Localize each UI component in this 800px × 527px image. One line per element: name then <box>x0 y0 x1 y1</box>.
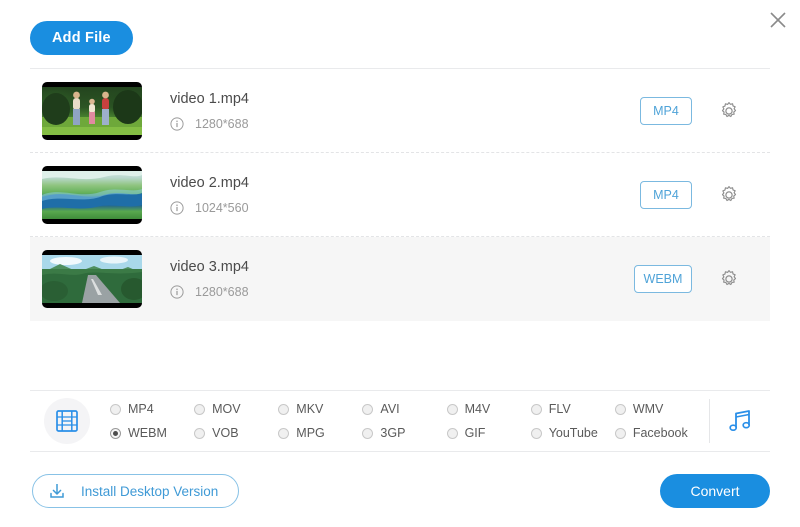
format-panel: MP4 MOV MKV AVI M4V FLV WMV WEBM VOB MPG… <box>30 390 770 452</box>
format-label: VOB <box>212 426 239 440</box>
format-label: AVI <box>380 402 400 416</box>
format-label: MP4 <box>128 402 154 416</box>
output-format-badge[interactable]: MP4 <box>640 180 692 209</box>
file-name: video 2.mp4 <box>170 174 249 191</box>
gear-icon[interactable] <box>718 184 740 206</box>
file-name: video 1.mp4 <box>170 90 249 107</box>
format-label: 3GP <box>380 426 406 440</box>
format-option-mkv[interactable]: MKV <box>278 397 362 421</box>
gear-icon[interactable] <box>718 268 740 290</box>
table-row[interactable]: video 3.mp4 1280*688 WEBM <box>30 237 770 321</box>
video-thumbnail <box>42 81 142 140</box>
film-strip-icon <box>56 410 78 432</box>
thumbnail-art <box>42 170 142 209</box>
add-file-button[interactable]: Add File <box>30 21 133 55</box>
format-option-gif[interactable]: GIF <box>446 421 531 445</box>
radio-icon <box>362 403 374 415</box>
format-label: YouTube <box>548 426 598 440</box>
file-meta: video 3.mp4 1280*688 <box>170 259 634 299</box>
format-option-flv[interactable]: FLV <box>530 397 615 421</box>
radio-icon <box>446 403 458 415</box>
radio-icon <box>530 403 542 415</box>
output-format-badge[interactable]: WEBM <box>634 265 692 293</box>
file-resolution: 1280*688 <box>195 285 249 299</box>
install-label: Install Desktop Version <box>81 483 219 499</box>
file-resolution: 1024*560 <box>195 200 249 215</box>
info-icon <box>170 200 184 215</box>
file-resolution-row: 1280*688 <box>170 285 634 299</box>
radio-icon <box>530 427 542 439</box>
install-desktop-version-button[interactable]: Install Desktop Version <box>32 474 240 508</box>
convert-button[interactable]: Convert <box>660 474 770 508</box>
radio-icon <box>614 403 626 415</box>
format-label: MOV <box>212 402 241 416</box>
format-label: WMV <box>632 402 664 416</box>
format-option-mov[interactable]: MOV <box>194 397 278 421</box>
file-meta: video 2.mp4 1024*560 <box>170 175 640 215</box>
info-icon <box>170 116 184 131</box>
audio-category-button[interactable] <box>710 406 770 436</box>
video-thumbnail <box>42 165 142 224</box>
format-options: MP4 MOV MKV AVI M4V FLV WMV WEBM VOB MPG… <box>110 397 709 445</box>
format-label: WEBM <box>128 426 167 440</box>
format-label: Facebook <box>632 426 688 440</box>
radio-icon <box>614 427 626 439</box>
table-row[interactable]: video 1.mp4 1280*688 MP4 <box>30 69 770 153</box>
format-label: MKV <box>296 402 324 416</box>
radio-icon <box>278 427 290 439</box>
format-option-avi[interactable]: AVI <box>362 397 446 421</box>
toolbar: Add File <box>30 21 133 55</box>
format-label: GIF <box>464 426 486 440</box>
file-list: video 1.mp4 1280*688 MP4 video 2.mp4 102… <box>30 68 770 321</box>
thumbnail-art <box>42 89 142 135</box>
close-icon <box>770 12 786 28</box>
info-icon <box>170 285 184 299</box>
video-thumbnail <box>42 250 142 308</box>
file-resolution-row: 1280*688 <box>170 117 640 131</box>
format-option-wmv[interactable]: WMV <box>614 397 699 421</box>
radio-icon <box>194 427 206 439</box>
output-format-badge[interactable]: MP4 <box>640 96 692 125</box>
format-label: FLV <box>548 402 571 416</box>
file-resolution-row: 1024*560 <box>170 201 640 215</box>
format-label: M4V <box>464 402 491 416</box>
format-label: MPG <box>296 426 325 440</box>
video-category-button[interactable] <box>44 398 90 444</box>
format-option-mpg[interactable]: MPG <box>278 421 362 445</box>
file-resolution: 1280*688 <box>195 116 249 131</box>
radio-icon <box>110 427 121 439</box>
format-option-vob[interactable]: VOB <box>194 421 278 445</box>
download-icon <box>47 481 67 501</box>
music-note-icon <box>729 410 751 432</box>
gear-icon[interactable] <box>718 100 740 122</box>
thumbnail-art <box>42 255 142 303</box>
format-option-m4v[interactable]: M4V <box>446 397 531 421</box>
file-name: video 3.mp4 <box>170 259 249 275</box>
close-window-button[interactable] <box>758 0 798 40</box>
format-option-mp4[interactable]: MP4 <box>110 397 194 421</box>
radio-icon <box>446 427 458 439</box>
radio-icon <box>278 403 290 415</box>
file-meta: video 1.mp4 1280*688 <box>170 91 640 131</box>
converter-window: Add File video 1.mp4 1280*688 MP4 video … <box>0 0 800 527</box>
radio-icon <box>194 403 206 415</box>
format-option-3gp[interactable]: 3GP <box>362 421 446 445</box>
format-option-youtube[interactable]: YouTube <box>530 421 615 445</box>
radio-icon <box>110 403 121 415</box>
radio-icon <box>362 427 374 439</box>
format-option-webm[interactable]: WEBM <box>110 421 194 445</box>
table-row[interactable]: video 2.mp4 1024*560 MP4 <box>30 153 770 237</box>
format-option-facebook[interactable]: Facebook <box>614 421 699 445</box>
